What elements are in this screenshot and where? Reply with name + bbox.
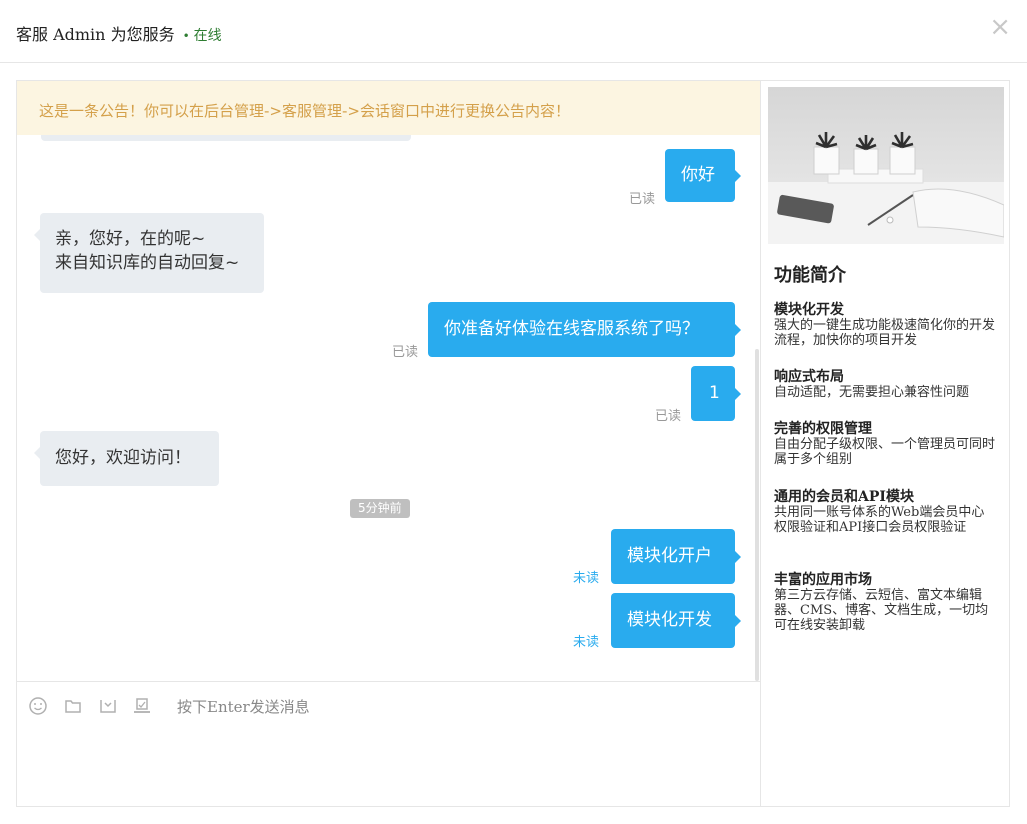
message-line: 亲，您好，在的呢~ [55, 229, 206, 249]
announcement-bar: 这是一条公告！你可以在后台管理->客服管理->会话窗口中进行更换公告内容！ [17, 81, 760, 135]
feature-item: 完善的权限管理 自由分配子级权限、一个管理员可同时属于多个组别 [774, 421, 996, 468]
chat-panel: 你好 已读 亲，您好，在的呢~ 来自知识库的自动回复~ 你准备好体验在线客服系统… [17, 81, 761, 681]
chat-header: 客服 Admin 为您服务 • 在线 × [0, 0, 1027, 63]
online-dot: • [182, 29, 190, 43]
message-line: 来自知识库的自动回复~ [55, 253, 240, 273]
emoji-icon[interactable] [28, 696, 48, 716]
chat-frame: 你好 已读 亲，您好，在的呢~ 来自知识库的自动回复~ 你准备好体验在线客服系统… [16, 80, 1010, 807]
feature-title: 模块化开发 [774, 302, 844, 318]
feature-title: 丰富的应用市场 [774, 572, 872, 588]
message-input[interactable]: 按下Enter发送消息 [177, 696, 310, 717]
feature-item: 通用的会员和API模块 共用同一账号体系的Web端会员中心权限验证和API接口会… [774, 489, 996, 536]
message-bubble-out: 模块化开发 [611, 593, 741, 648]
feature-item: 响应式布局 自动适配，无需要担心兼容性问题 [774, 369, 996, 401]
message-bubble-out: 你好 [665, 149, 741, 202]
message-list[interactable]: 你好 已读 亲，您好，在的呢~ 来自知识库的自动回复~ 你准备好体验在线客服系统… [17, 81, 760, 681]
message-bubble-out: 你准备好体验在线客服系统了吗？ [428, 302, 741, 357]
service-title: 客服 Admin 为您服务 [16, 25, 175, 44]
feature-desc: 自由分配子级权限、一个管理员可同时属于多个组别 [774, 437, 996, 467]
feature-item: 丰富的应用市场 第三方云存储、云短信、富文本编辑器、CMS、博客、文档生成，一切… [774, 572, 996, 634]
header-title: 客服 Admin 为您服务 • 在线 [16, 21, 222, 45]
feature-intro-title: 功能简介 [774, 265, 846, 286]
read-receipt: 已读 [392, 345, 419, 360]
time-tag: 5分钟前 [350, 499, 410, 518]
unread-receipt: 未读 [573, 635, 600, 650]
upload-file-icon[interactable] [98, 696, 118, 716]
feature-desc: 自动适配，无需要担心兼容性问题 [774, 385, 970, 400]
read-receipt: 已读 [629, 192, 656, 207]
message-bubble-out: 1 [691, 366, 741, 421]
folder-icon[interactable] [63, 696, 83, 716]
feature-title: 响应式布局 [774, 369, 844, 385]
feature-desc: 强大的一键生成功能极速简化你的开发流程，加快你的项目开发 [774, 318, 996, 348]
chat-scrollbar[interactable] [755, 349, 759, 681]
read-receipt: 已读 [655, 409, 682, 424]
message-input-area[interactable]: 按下Enter发送消息 [17, 681, 761, 806]
feature-desc: 第三方云存储、云短信、富文本编辑器、CMS、博客、文档生成，一切均可在线安装卸载 [774, 588, 989, 633]
message-bubble-in: 亲，您好，在的呢~ 来自知识库的自动回复~ [34, 213, 264, 293]
banner-image [768, 87, 1004, 244]
evaluate-icon[interactable] [132, 696, 152, 716]
feature-desc: 共用同一账号体系的Web端会员中心权限验证和API接口会员权限验证 [774, 505, 985, 535]
online-status: 在线 [193, 28, 222, 44]
message-bubble-out: 模块化开户 [611, 529, 741, 584]
unread-receipt: 未读 [573, 571, 600, 586]
feature-title: 完善的权限管理 [774, 421, 872, 437]
info-sidebar: 功能简介 模块化开发 强大的一键生成功能极速简化你的开发流程，加快你的项目开发 … [762, 81, 1009, 806]
feature-title: 通用的会员和API模块 [774, 489, 914, 505]
feature-item: 模块化开发 强大的一键生成功能极速简化你的开发流程，加快你的项目开发 [774, 302, 996, 349]
close-icon[interactable]: × [989, 14, 1011, 40]
message-bubble-in: 您好，欢迎访问！ [34, 431, 219, 486]
